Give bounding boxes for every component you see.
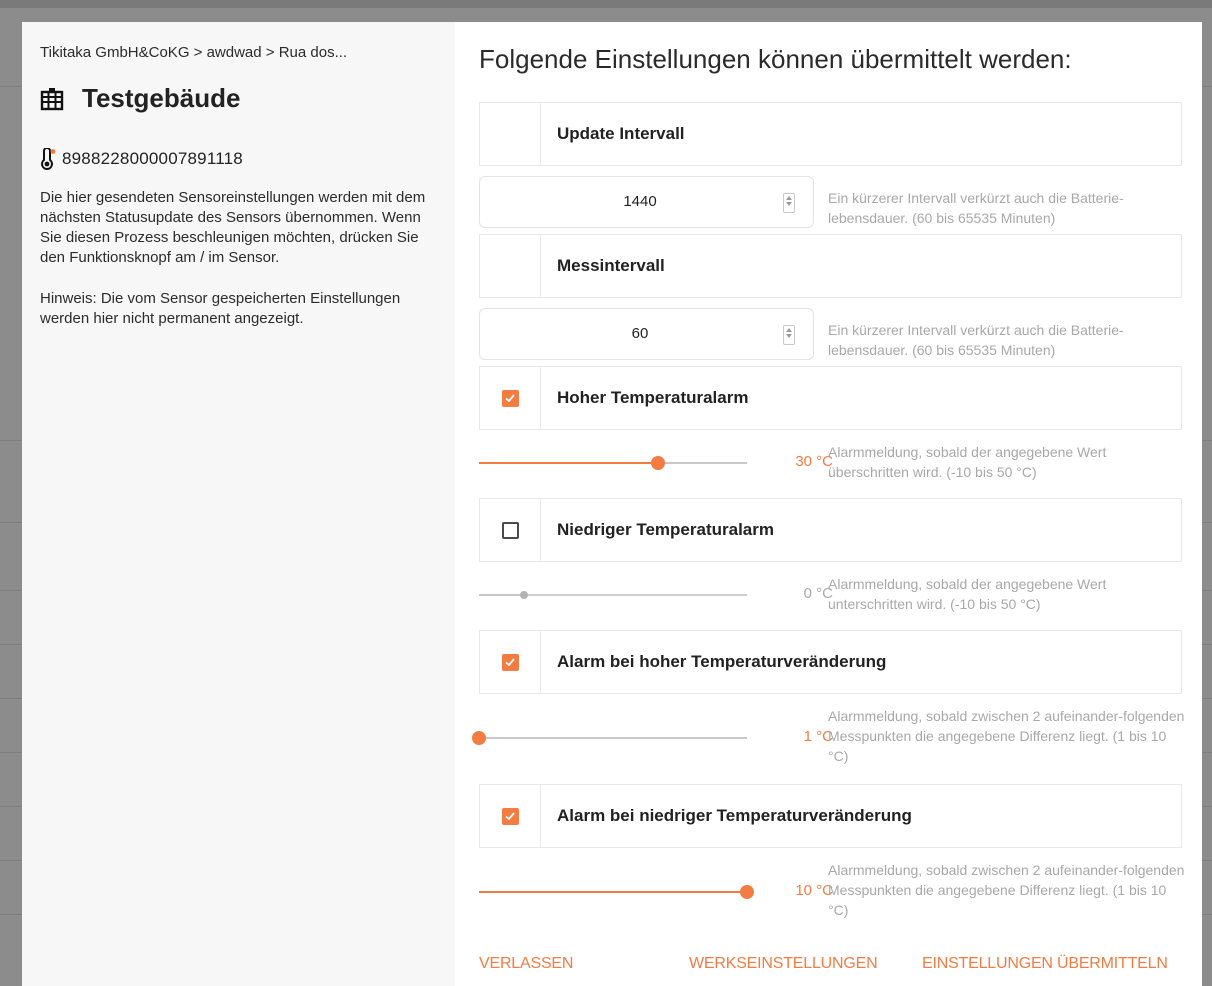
factory-settings-button[interactable]: WERKSEINSTELLUNGEN bbox=[689, 955, 878, 973]
background-left-strip bbox=[0, 8, 22, 986]
slider-thumb[interactable] bbox=[651, 456, 665, 470]
update-interval-hint: Ein kürzerer Intervall verkürzt auch die… bbox=[828, 190, 1124, 226]
high-change-alarm-header: Alarm bei hoher Temperaturveränderung bbox=[479, 630, 1182, 694]
page-title: Folgende Einstellungen können übermittel… bbox=[479, 44, 1072, 74]
thermometer-icon bbox=[40, 147, 56, 170]
low-temp-alarm-header: Niedriger Temperaturalarm bbox=[479, 498, 1182, 562]
measure-interval-value[interactable]: 60 bbox=[480, 325, 800, 342]
high-change-alarm-slider[interactable] bbox=[472, 728, 747, 748]
low-change-alarm-hint: Alarmmeldung, sobald zwischen 2 aufeinan… bbox=[828, 862, 1185, 918]
sensor-settings-description: Die hier gesendeten Sensoreinstellungen … bbox=[40, 189, 426, 266]
leave-button[interactable]: VERLASSEN bbox=[479, 955, 573, 973]
slider-thumb[interactable] bbox=[472, 731, 486, 745]
update-interval-title: Update Intervall bbox=[557, 124, 685, 143]
high-temp-alarm-value: 30 °C bbox=[795, 453, 833, 470]
empty-check-cell bbox=[480, 235, 541, 297]
check-cell bbox=[480, 631, 541, 693]
measure-interval-hint: Ein kürzerer Intervall verkürzt auch die… bbox=[828, 322, 1124, 358]
empty-check-cell bbox=[480, 103, 541, 165]
high-change-alarm-value: 1 °C bbox=[803, 728, 833, 745]
update-interval-input[interactable]: 1440 bbox=[479, 176, 814, 228]
measure-interval-header: Messintervall bbox=[479, 234, 1182, 298]
low-change-alarm-title: Alarm bei niedriger Temperaturveränderun… bbox=[557, 806, 912, 825]
number-spinner[interactable] bbox=[783, 193, 795, 213]
building-name: Testgebäude bbox=[82, 83, 241, 113]
low-temp-alarm-checkbox[interactable] bbox=[501, 521, 519, 539]
high-temp-alarm-hint: Alarmmeldung, sobald der angegebene Wert… bbox=[828, 444, 1107, 480]
high-temp-alarm-slider[interactable] bbox=[479, 453, 747, 473]
low-change-alarm-checkbox[interactable] bbox=[501, 807, 519, 825]
low-temp-alarm-hint: Alarmmeldung, sobald der angegebene Wert… bbox=[828, 576, 1107, 612]
check-cell bbox=[480, 499, 541, 561]
high-temp-alarm-header: Hoher Temperaturalarm bbox=[479, 366, 1182, 430]
sensor-id: 8988228000007891118 bbox=[62, 149, 243, 168]
low-change-alarm-slider[interactable] bbox=[479, 882, 754, 902]
building-header: Testgebäude bbox=[40, 83, 437, 114]
building-icon bbox=[40, 87, 64, 111]
background-right-strip bbox=[1202, 8, 1212, 986]
submit-settings-button[interactable]: EINSTELLUNGEN ÜBERMITTELN bbox=[922, 955, 1168, 973]
low-change-alarm-value: 10 °C bbox=[795, 882, 833, 899]
high-temp-alarm-checkbox[interactable] bbox=[501, 389, 519, 407]
settings-note: Hinweis: Die vom Sensor gespeicherten Ei… bbox=[40, 290, 401, 327]
update-interval-value[interactable]: 1440 bbox=[480, 193, 800, 210]
measure-interval-input[interactable]: 60 bbox=[479, 308, 814, 360]
low-temp-alarm-value: 0 °C bbox=[803, 585, 833, 602]
high-change-alarm-title: Alarm bei hoher Temperaturveränderung bbox=[557, 652, 887, 671]
update-interval-header: Update Intervall bbox=[479, 102, 1182, 166]
measure-interval-title: Messintervall bbox=[557, 256, 665, 275]
number-spinner[interactable] bbox=[783, 325, 795, 345]
sensor-settings-dialog: Tikitaka GmbH&CoKG > awdwad > Rua dos...… bbox=[22, 22, 1202, 986]
check-cell bbox=[480, 367, 541, 429]
check-cell bbox=[480, 785, 541, 847]
sensor-info-panel: Tikitaka GmbH&CoKG > awdwad > Rua dos...… bbox=[22, 22, 455, 986]
sensor-header: 8988228000007891118 bbox=[40, 147, 437, 170]
high-temp-alarm-title: Hoher Temperaturalarm bbox=[557, 388, 749, 407]
high-change-alarm-checkbox[interactable] bbox=[501, 653, 519, 671]
low-temp-alarm-title: Niedriger Temperaturalarm bbox=[557, 520, 774, 539]
high-change-alarm-hint: Alarmmeldung, sobald zwischen 2 aufeinan… bbox=[828, 708, 1185, 764]
breadcrumb[interactable]: Tikitaka GmbH&CoKG > awdwad > Rua dos... bbox=[40, 44, 437, 61]
settings-panel: Folgende Einstellungen können übermittel… bbox=[455, 22, 1202, 986]
slider-thumb[interactable] bbox=[740, 885, 754, 899]
slider-thumb[interactable] bbox=[520, 591, 528, 599]
low-temp-alarm-slider[interactable] bbox=[479, 585, 747, 605]
low-change-alarm-header: Alarm bei niedriger Temperaturveränderun… bbox=[479, 784, 1182, 848]
